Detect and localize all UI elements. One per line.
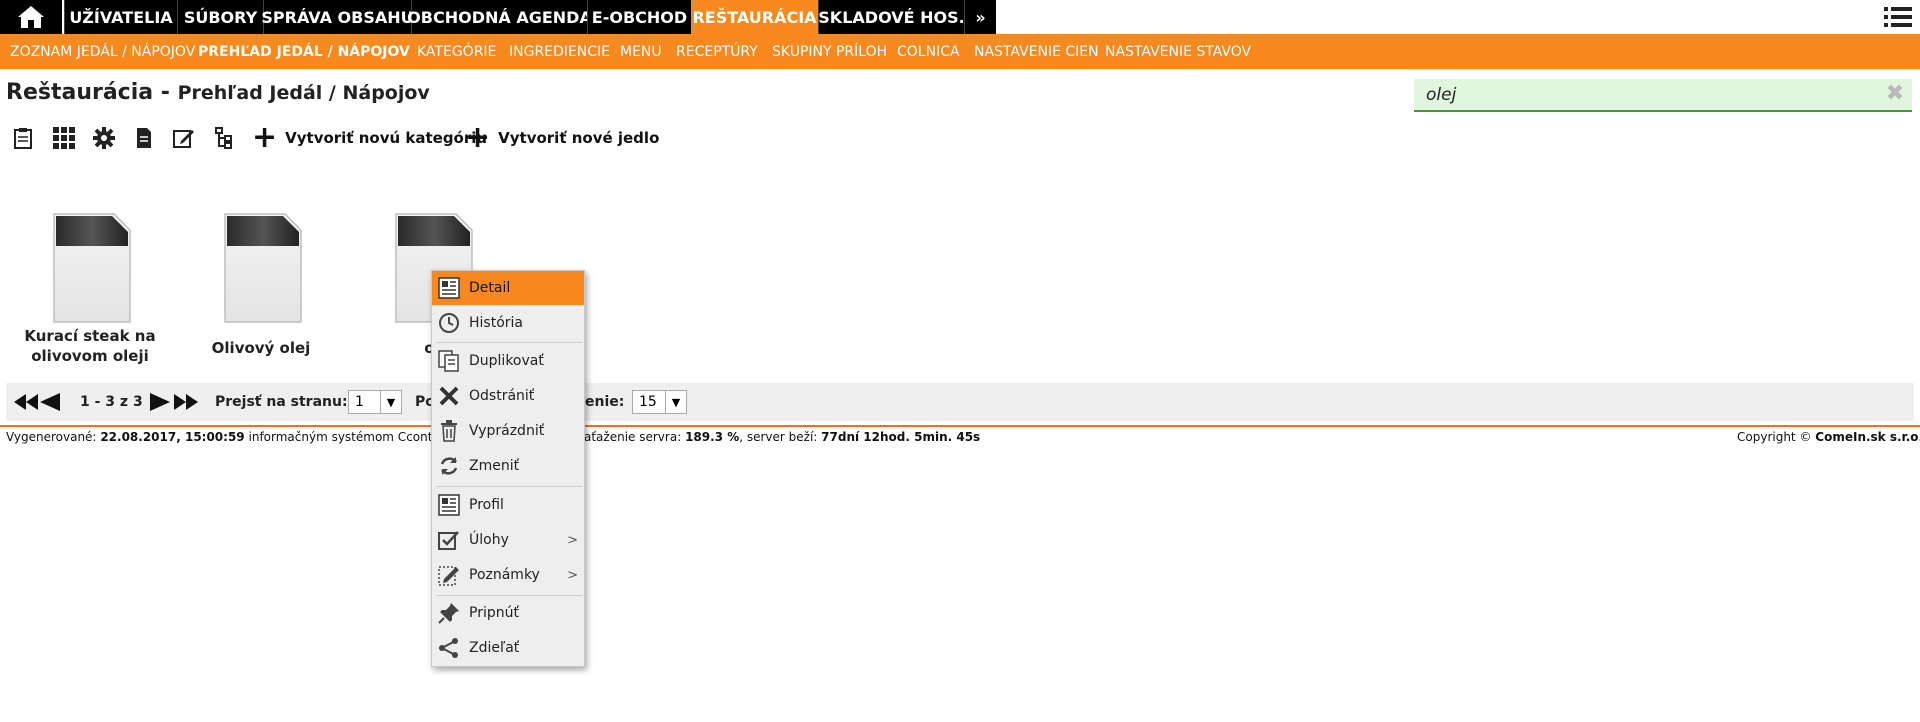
- ctx-pin[interactable]: Pripnúť: [432, 596, 584, 630]
- tree-icon[interactable]: [212, 126, 236, 150]
- home-icon: [18, 6, 44, 28]
- chevron-down-icon: ▼: [665, 391, 686, 413]
- subnav-list[interactable]: ZOZNAM JEDÁL / NÁPOJOV: [10, 34, 195, 69]
- ctx-label: Odstrániť: [469, 388, 535, 404]
- ctx-tasks[interactable]: Úlohy >: [432, 523, 584, 557]
- submenu-arrow-icon: >: [567, 532, 578, 548]
- nav-eshop[interactable]: E-OBCHOD: [587, 0, 691, 34]
- nav-files[interactable]: SÚBORY: [177, 0, 263, 34]
- ctx-label: Úlohy: [469, 532, 509, 548]
- nav-users[interactable]: UŽÍVATELIA: [64, 0, 177, 34]
- create-dish-label: Vytvoriť nové jedlo: [498, 129, 660, 147]
- trash-icon: [437, 419, 461, 443]
- delete-icon: [437, 384, 461, 408]
- chevron-down-icon: ▼: [380, 391, 401, 413]
- file-icon: [224, 213, 302, 323]
- create-category-label: Vytvoriť novú kategóriu: [285, 129, 488, 147]
- last-page-icon[interactable]: [174, 383, 198, 421]
- plus-icon: +: [252, 120, 278, 155]
- subnav-customs[interactable]: COLNICA: [897, 34, 960, 69]
- footer-info: Vygenerované: 22.08.2017, 15:00:59 infor…: [6, 430, 452, 444]
- goto-page-label: Prejsť na stranu:: [215, 394, 348, 410]
- ctx-notes[interactable]: Poznámky >: [432, 558, 584, 592]
- ctx-label: História: [469, 315, 523, 331]
- list-item[interactable]: Kurací steak na olivovom oleji: [5, 212, 175, 366]
- item-label: Olivový olej: [211, 339, 311, 357]
- item-label: Kurací steak na olivovom oleji: [24, 327, 156, 365]
- subnav-price-settings[interactable]: NASTAVENIE CIEN: [974, 34, 1099, 69]
- subnav-categories[interactable]: KATEGÓRIE: [417, 34, 496, 69]
- ctx-label: Duplikovať: [469, 353, 544, 369]
- page-title-main: Reštaurácia: [6, 80, 154, 105]
- pin-icon: [437, 601, 461, 625]
- subnav-overview[interactable]: PREHĽAD JEDÁL / NÁPOJOV: [198, 34, 410, 69]
- nav-restaurant[interactable]: REŠTAURÁCIA: [691, 0, 818, 34]
- page-title: Reštaurácia - Prehľad Jedál / Nápojov: [6, 80, 430, 105]
- subnav-menu[interactable]: MENU: [620, 34, 662, 69]
- clipboard-icon[interactable]: [11, 126, 35, 150]
- subnav-status-settings[interactable]: NASTAVENIE STAVOV: [1105, 34, 1251, 69]
- create-dish-button[interactable]: + Vytvoriť nové jedlo: [465, 120, 660, 155]
- nav-warehouse[interactable]: SKLADOVÉ HOS.: [818, 0, 965, 34]
- search-clear-icon[interactable]: ✖: [1884, 83, 1906, 105]
- ctx-label: Detail: [469, 280, 511, 296]
- page-select[interactable]: 1 ▼: [348, 390, 402, 414]
- profile-icon: [437, 493, 461, 517]
- ctx-empty[interactable]: Vyprázdniť: [432, 414, 584, 448]
- ctx-label: Poznámky: [469, 567, 540, 583]
- document-icon[interactable]: [132, 126, 156, 150]
- ctx-separator: [436, 486, 582, 487]
- footer-server-info: aťaženie servra: 189.3 %, server beží: 7…: [584, 430, 981, 444]
- subnav-side-groups[interactable]: SKUPINY PRÍLOH: [772, 34, 887, 69]
- ctx-detail[interactable]: Detail: [432, 271, 584, 305]
- next-page-icon[interactable]: [150, 383, 170, 421]
- ctx-label: Pripnúť: [469, 605, 519, 621]
- detail-icon: [437, 276, 461, 300]
- ctx-history[interactable]: História: [432, 306, 584, 340]
- nav-business[interactable]: OBCHODNÁ AGENDA: [407, 0, 592, 34]
- refresh-icon: [437, 454, 461, 478]
- history-icon: [437, 311, 461, 335]
- subnav-recipes[interactable]: RECEPTÚRY: [676, 34, 758, 69]
- plus-icon: +: [465, 120, 491, 155]
- gear-icon[interactable]: [92, 126, 116, 150]
- duplicate-icon: [437, 349, 461, 373]
- search-input[interactable]: [1426, 80, 1866, 110]
- edit-icon[interactable]: [172, 126, 196, 150]
- nav-more[interactable]: »: [964, 0, 996, 34]
- file-icon: [53, 213, 131, 323]
- grid-view-icon[interactable]: [52, 126, 76, 150]
- home-button[interactable]: [0, 0, 62, 34]
- first-page-icon[interactable]: [14, 383, 38, 421]
- submenu-arrow-icon: >: [567, 567, 578, 583]
- ctx-separator: [436, 342, 582, 343]
- ctx-label: Profil: [469, 497, 504, 513]
- subnav-ingredients[interactable]: INGREDIENCIE: [509, 34, 610, 69]
- page-subtitle: Prehľad Jedál / Nápojov: [177, 82, 430, 104]
- create-category-button[interactable]: + Vytvoriť novú kategóriu: [252, 120, 488, 155]
- ctx-profile[interactable]: Profil: [432, 488, 584, 522]
- ctx-label: Zmeniť: [469, 458, 520, 474]
- page-select-value: 1: [355, 394, 364, 410]
- nav-content[interactable]: SPRÁVA OBSAHU: [261, 0, 414, 34]
- tasks-icon: [437, 528, 461, 552]
- share-icon: [437, 636, 461, 660]
- ctx-delete[interactable]: Odstrániť: [432, 379, 584, 413]
- ctx-label: Vyprázdniť: [469, 423, 545, 439]
- per-page-label-suffix: enie:: [585, 394, 625, 410]
- list-item[interactable]: Olivový olej: [176, 212, 346, 358]
- footer-copyright: Copyright © ComeIn.sk s.r.o.: [1737, 430, 1920, 444]
- page-range: 1 - 3 z 3: [80, 394, 143, 410]
- per-page-select-value: 15: [639, 394, 657, 410]
- ctx-share[interactable]: Zdieľať: [432, 631, 584, 665]
- ctx-change[interactable]: Zmeniť: [432, 449, 584, 483]
- prev-page-icon[interactable]: [40, 383, 60, 421]
- footer-divider: [0, 425, 1920, 427]
- hamburger-menu-icon[interactable]: [1884, 4, 1912, 30]
- notes-icon: [437, 563, 461, 587]
- page-title-separator: -: [153, 80, 178, 105]
- ctx-label: Zdieľať: [469, 640, 520, 656]
- per-page-select[interactable]: 15 ▼: [632, 390, 687, 414]
- ctx-duplicate[interactable]: Duplikovať: [432, 344, 584, 378]
